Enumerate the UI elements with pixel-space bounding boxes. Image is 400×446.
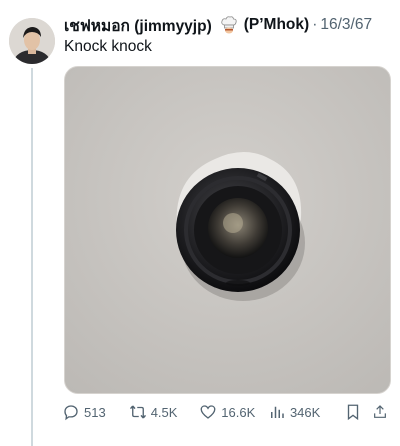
tweet-text: Knock knock	[64, 38, 152, 55]
header-separator: ·	[312, 16, 318, 33]
tweet-header: เชฟหมอก (jimmyyjp) (P’Mhok) · 16/3/67	[64, 15, 394, 35]
chef-hat-icon	[220, 16, 238, 34]
heart-icon	[200, 405, 216, 419]
repost-count: 4.5K	[150, 404, 178, 420]
repost-button[interactable]: 4.5K	[129, 403, 200, 421]
repost-icon	[129, 405, 146, 419]
like-button[interactable]: 16.6K	[199, 403, 268, 421]
door-peephole-image	[65, 67, 390, 393]
bookmark-icon	[348, 404, 359, 421]
tweet-action-bar: 513 4.5K 16.6K 346K	[62, 400, 392, 424]
author-alias[interactable]: (P’Mhok)	[244, 16, 309, 34]
share-button[interactable]	[372, 403, 392, 421]
reply-button[interactable]: 513	[62, 403, 129, 421]
reply-icon	[64, 405, 78, 421]
view-count: 346K	[289, 404, 321, 420]
avatar[interactable]	[9, 18, 55, 64]
author-name[interactable]: เชฟหมอก (jimmyyjp)	[64, 13, 212, 38]
views-button[interactable]: 346K	[268, 403, 345, 421]
tweet-media-photo[interactable]	[64, 66, 391, 394]
avatar-photo	[9, 18, 55, 64]
bookmark-button[interactable]	[344, 403, 368, 421]
thread-connector-line	[31, 68, 33, 446]
like-count: 16.6K	[221, 404, 256, 420]
tweet-date[interactable]: 16/3/67	[320, 16, 372, 34]
reply-count: 513	[84, 404, 106, 420]
share-icon	[374, 405, 386, 418]
views-chart-icon	[270, 406, 284, 418]
